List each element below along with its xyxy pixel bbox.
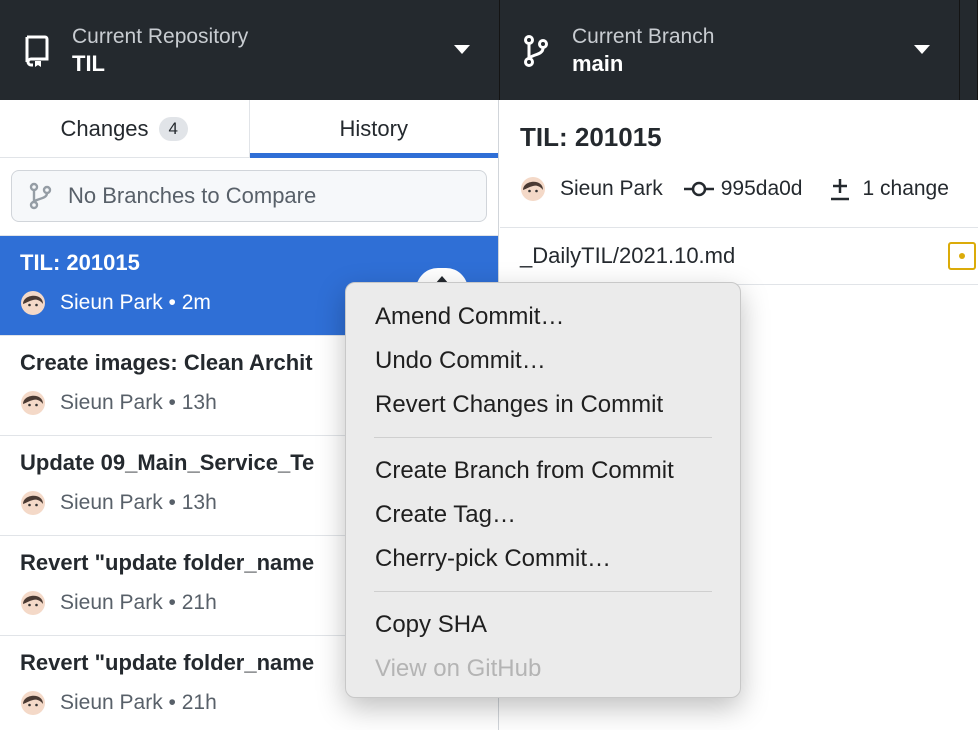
menu-separator [374,437,712,438]
commit-sha[interactable]: 995da0d [721,177,803,201]
avatar [521,177,545,201]
commit-meta: Sieun Park • 21h [20,690,217,716]
commit-context-menu: Amend Commit… Undo Commit… Revert Change… [345,282,741,698]
chevron-down-icon [454,45,470,54]
git-branch-icon [524,35,548,67]
commit-author-time: Sieun Park • 2m [60,291,211,314]
commit-detail-meta: Sieun Park 995da0d 1 change [520,176,949,202]
menu-item-create-tag[interactable]: Create Tag… [346,493,740,537]
avatar [21,291,45,315]
tab-changes[interactable]: Changes 4 [0,100,249,157]
git-commit-icon [683,181,714,197]
commit-title: TIL: 201015 [20,250,140,275]
menu-item-undo-commit[interactable]: Undo Commit… [346,339,740,383]
commit-summary-header: TIL: 201015 Sieun Park 995da0d 1 change [500,100,978,228]
chevron-down-icon [914,45,930,54]
tab-history-label: History [339,115,408,141]
commit-title: Revert "update folder_name [20,650,315,675]
menu-item-view-on-github: View on GitHub [375,655,542,682]
toolbar-fetch-area[interactable] [960,0,978,100]
commit-detail-author: Sieun Park [560,177,663,200]
diff-icon [830,179,849,201]
avatar [21,391,45,415]
commit-author-time: Sieun Park • 13h [60,491,217,514]
commit-author-time: Sieun Park • 21h [60,591,217,614]
branch-selector[interactable]: Current Branch main [500,0,960,100]
commit-meta: Sieun Park • 13h [20,490,217,516]
changes-count: 1 change [862,177,949,200]
commit-author-time: Sieun Park • 21h [60,691,217,714]
branch-name: main [572,51,624,76]
repository-name: TIL [72,51,105,76]
commit-meta: Sieun Park • 13h [20,390,217,416]
git-branch-icon [29,182,52,210]
avatar [21,491,45,515]
menu-item-copy-sha[interactable]: Copy SHA [346,603,740,647]
compare-label: No Branches to Compare [68,183,317,208]
tab-bar: Changes 4 History [0,100,498,158]
avatar [21,691,45,715]
commit-meta: Sieun Park • 2m [20,290,211,316]
menu-item-revert-changes[interactable]: Revert Changes in Commit [346,383,740,427]
compare-area: No Branches to Compare [0,158,498,236]
branch-label: Current Branch [572,25,715,48]
menu-item-cherry-pick[interactable]: Cherry-pick Commit… [346,537,740,581]
repository-text: Current Repository TIL [72,24,248,78]
commit-title: Create images: Clean Archit [20,350,313,375]
modified-status-icon [948,242,976,270]
toolbar: Current Repository TIL Current Branch ma… [0,0,978,100]
file-path: _DailyTIL/2021.10.md [520,243,736,268]
branch-compare-button[interactable]: No Branches to Compare [11,170,487,222]
repository-label: Current Repository [72,25,249,48]
commit-title: Update 09_Main_Service_Te [20,450,315,475]
menu-item-create-branch[interactable]: Create Branch from Commit [346,449,740,493]
avatar [21,591,45,615]
changes-count-badge: 4 [158,116,189,141]
tab-changes-label: Changes [60,115,149,141]
changed-file-row[interactable]: _DailyTIL/2021.10.md [500,228,978,285]
repository-selector[interactable]: Current Repository TIL [0,0,500,100]
menu-item-amend-commit[interactable]: Amend Commit… [346,295,740,339]
menu-separator [374,591,712,592]
commit-title: Revert "update folder_name [20,550,315,575]
commit-author-time: Sieun Park • 13h [60,391,217,414]
tab-history[interactable]: History [248,100,499,158]
branch-text: Current Branch main [572,24,714,78]
commit-detail-title: TIL: 201015 [520,122,662,152]
repo-icon [25,35,49,67]
commit-meta: Sieun Park • 21h [20,590,217,616]
